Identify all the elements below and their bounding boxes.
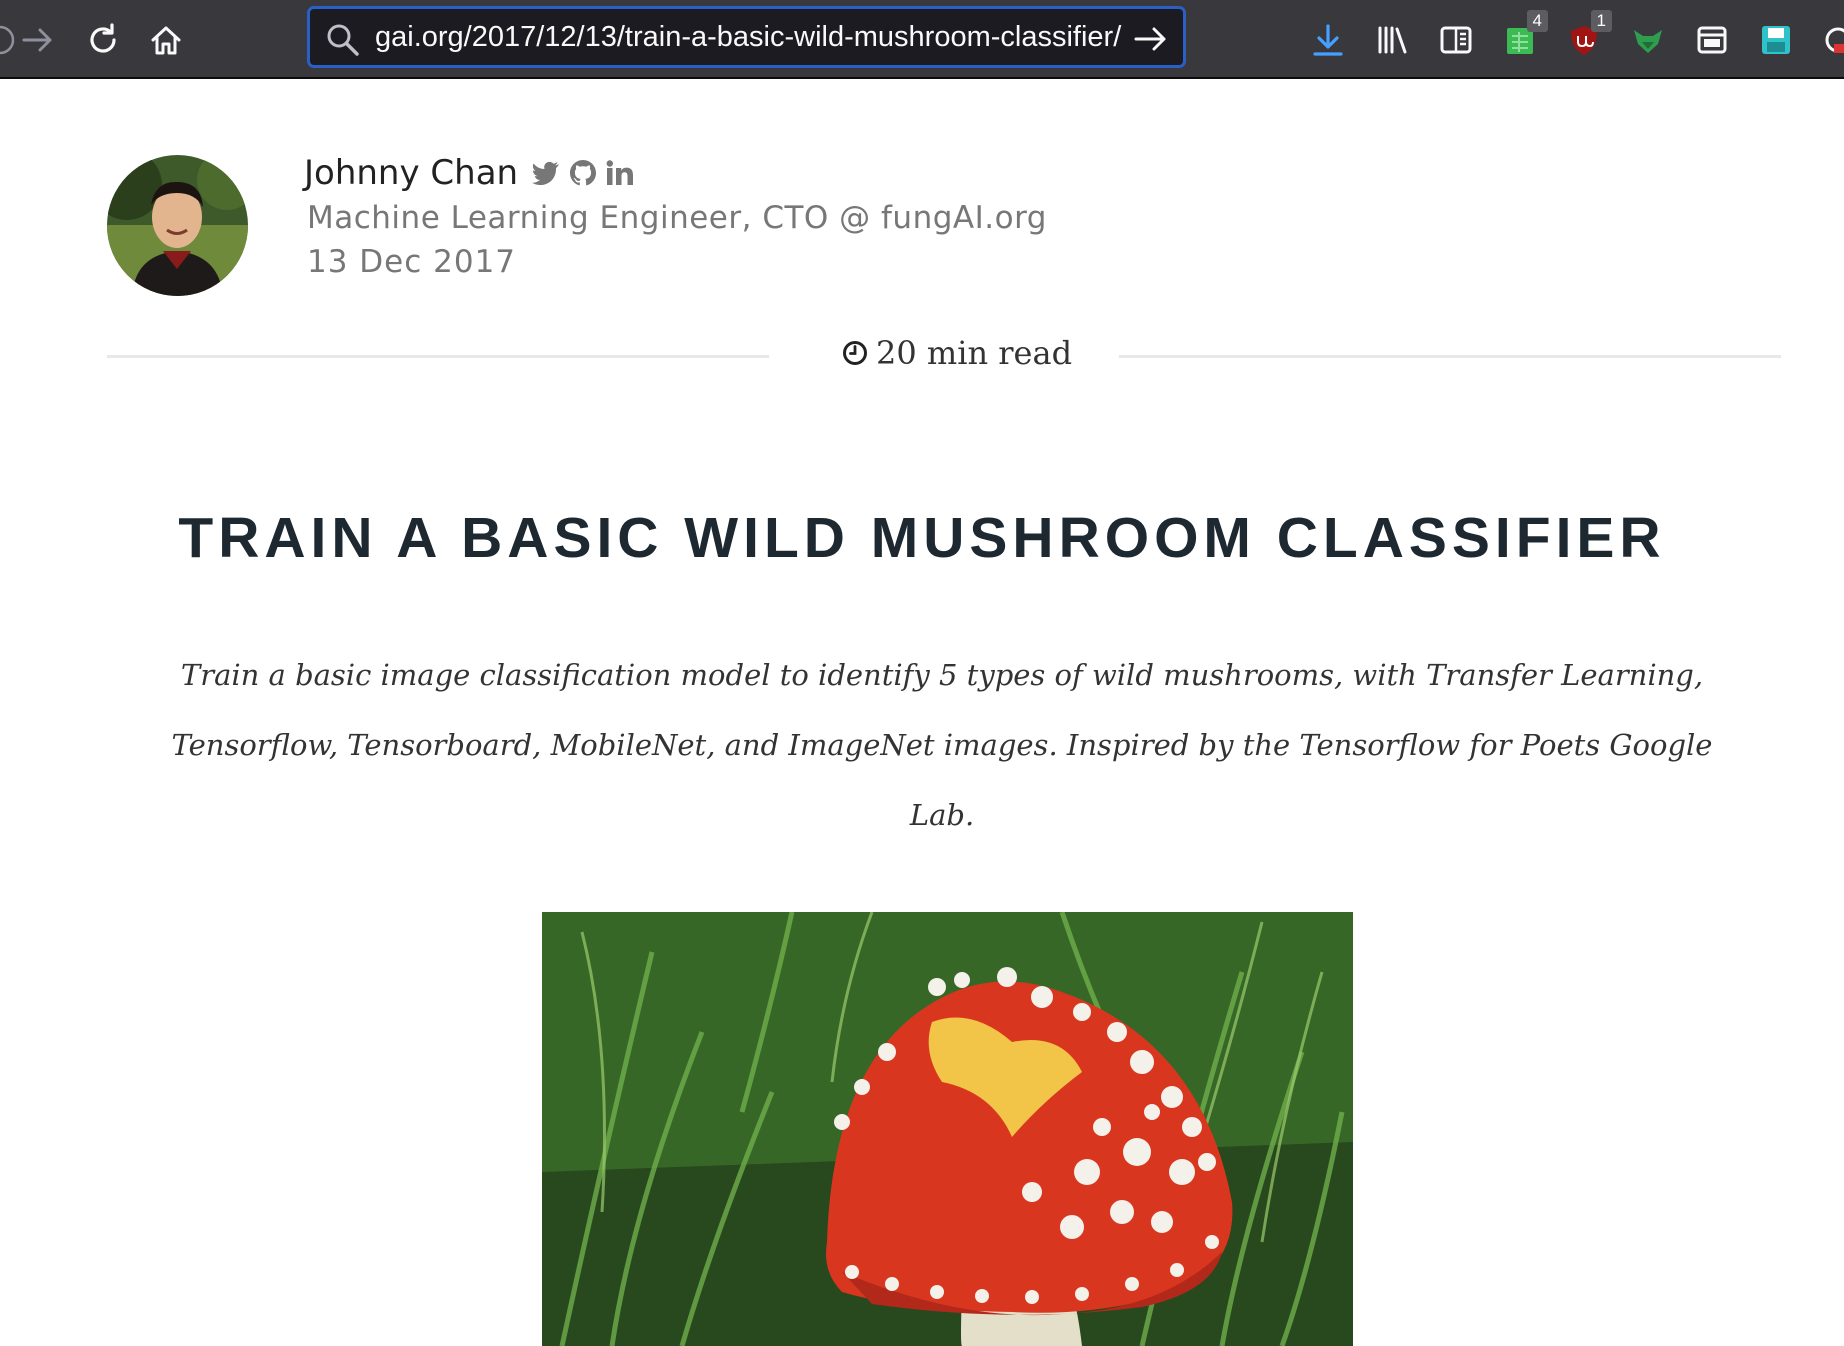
github-icon[interactable] [569, 159, 597, 187]
downloads-button[interactable] [1302, 14, 1354, 66]
save-extension-icon [1762, 26, 1790, 54]
url-text[interactable]: gai.org/2017/12/13/train-a-basic-wild-mu… [375, 19, 1121, 55]
divider-left [107, 355, 769, 358]
download-icon [1313, 24, 1343, 56]
twitter-icon[interactable] [532, 161, 560, 185]
browser-toolbar: gai.org/2017/12/13/train-a-basic-wild-mu… [0, 0, 1844, 79]
reload-button[interactable] [77, 14, 129, 66]
extension-fox-button[interactable] [1622, 14, 1674, 66]
divider-right [1119, 355, 1781, 358]
extension-badge: 4 [1526, 10, 1548, 32]
reload-icon [90, 23, 116, 53]
home-button[interactable] [140, 14, 192, 66]
post-title: TRAIN A BASIC WILD MUSHROOM CLASSIFIER [178, 506, 1666, 570]
avatar-photo [107, 155, 248, 296]
post-date: 13 Dec 2017 [307, 244, 517, 280]
url-bar[interactable]: gai.org/2017/12/13/train-a-basic-wild-mu… [307, 6, 1186, 68]
post-subtitle: Train a basic image classification model… [171, 658, 1713, 832]
screenshot-extension-icon [1697, 26, 1727, 54]
social-links [532, 159, 634, 187]
fox-extension-icon [1634, 30, 1662, 53]
author-avatar [107, 155, 248, 296]
author-role: Machine Learning Engineer, CTO @ fungAI.… [307, 200, 1047, 236]
mushroom-photo [542, 912, 1353, 1346]
library-icon [1378, 26, 1407, 54]
sidebar-icon [1440, 26, 1472, 54]
forward-arrow-icon [22, 28, 52, 52]
extension-save-button[interactable] [1750, 14, 1802, 66]
read-time-label: 20 min read [876, 334, 1073, 372]
author-name-row: Johnny Chan [304, 153, 634, 193]
extension-badge: 1 [1590, 10, 1612, 32]
extension-ublock-button[interactable]: 1 [1558, 10, 1612, 66]
sidebar-button[interactable] [1430, 14, 1482, 66]
home-icon [151, 26, 181, 55]
extension-sheets-button[interactable]: 4 [1494, 10, 1548, 66]
go-arrow-icon[interactable] [1133, 23, 1169, 55]
forward-button[interactable] [12, 14, 64, 66]
clock-icon [843, 341, 867, 365]
author-name[interactable]: Johnny Chan [304, 153, 518, 193]
linkedin-icon[interactable] [606, 160, 634, 186]
read-time: 20 min read [842, 334, 1072, 372]
library-button[interactable] [1366, 14, 1418, 66]
extension-partial-icon [1825, 27, 1844, 53]
search-icon [327, 24, 359, 56]
hero-image [542, 912, 1353, 1346]
extension-screenshot-button[interactable] [1686, 14, 1738, 66]
extension-overflow-button[interactable] [1812, 14, 1844, 66]
